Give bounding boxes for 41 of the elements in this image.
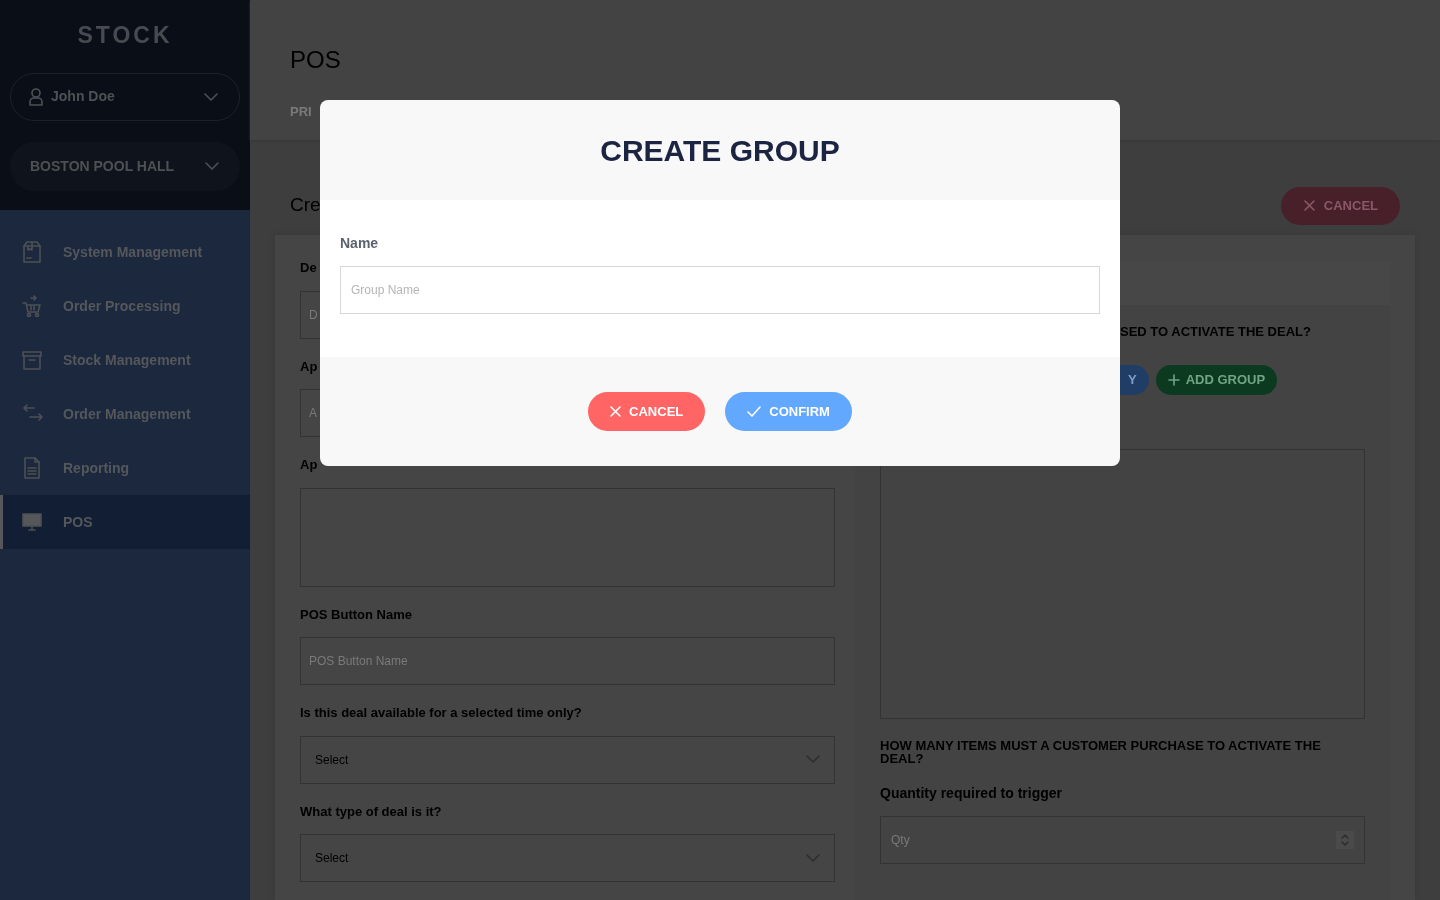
archive-box-icon [22, 349, 43, 371]
field-label: Ap [300, 357, 319, 376]
add-group-button[interactable]: ADD GROUP [1155, 364, 1278, 395]
modal-title: CREATE GROUP [600, 132, 840, 169]
chevron-down-icon [203, 91, 219, 102]
sidebar-item[interactable]: Order Management [0, 387, 250, 441]
field-label: POS Button Name [300, 605, 413, 624]
name-input[interactable]: Group Name [340, 266, 1100, 314]
section-heading: HOW MANY ITEMS MUST A CUSTOMER PURCHASE TO ACTIVATE THE DEAL? [880, 738, 1322, 765]
check-icon [747, 406, 762, 417]
field-label: Name [340, 234, 380, 253]
plus-icon [1167, 373, 1180, 386]
close-icon [1302, 199, 1316, 212]
cancel-button[interactable]: CANCEL [1280, 186, 1400, 225]
chevron-down-icon [204, 161, 220, 171]
confirm-button[interactable]: CONFIRM [725, 392, 852, 431]
cancel-button[interactable]: CANCEL [588, 392, 706, 431]
page-title: POS [290, 45, 342, 75]
question-text: SED TO ACTIVATE THE DEAL? [1120, 323, 1312, 341]
sidebar-item[interactable]: Order Processing [0, 279, 250, 333]
cart-icon [22, 295, 43, 317]
section-title: Cre [290, 193, 321, 218]
sidebar-item[interactable]: Stock Management [0, 333, 250, 387]
close-icon [610, 406, 622, 417]
package-icon [22, 241, 43, 263]
field-label: De [300, 259, 318, 277]
sidebar-item[interactable]: POS [0, 495, 250, 549]
field-label: Quantity required to trigger [880, 783, 1063, 803]
field-label: What type of deal is it? [300, 802, 443, 821]
sidebar-item[interactable]: Reporting [0, 441, 250, 495]
monitor-icon [22, 511, 43, 533]
field-label: Ap [300, 456, 319, 474]
location-dropdown[interactable]: BOSTON POOL HALL [10, 141, 240, 191]
field-label: Is this deal available for a selected time only? [300, 704, 583, 722]
user-icon [29, 87, 43, 106]
select-field[interactable]: Select [300, 735, 835, 784]
logo: STOCK [76, 21, 174, 50]
document-icon [22, 457, 43, 479]
spinner-icon [1336, 830, 1354, 849]
select-field[interactable]: Select [300, 834, 835, 882]
sidebar-item[interactable]: System Management [0, 225, 250, 279]
